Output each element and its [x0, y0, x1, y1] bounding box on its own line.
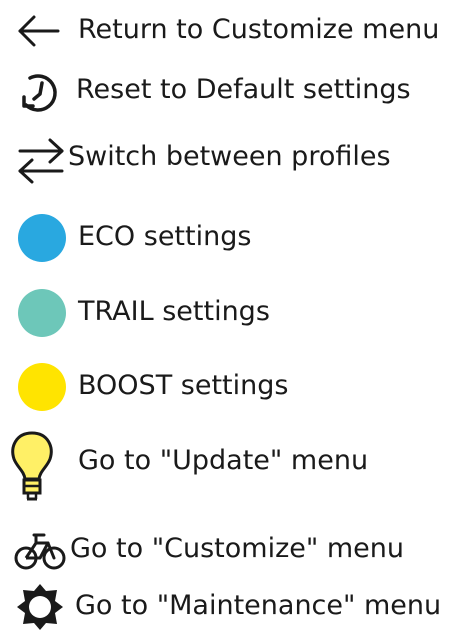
reset-icon — [0, 66, 70, 116]
legend-item-label: Go to "Customize" menu — [70, 533, 404, 564]
arrow-left-icon — [0, 6, 70, 56]
legend-item-label: ECO settings — [78, 221, 252, 252]
lightbulb-icon — [0, 427, 70, 507]
legend-item-label: Go to "Maintenance" menu — [75, 590, 442, 621]
gear-icon — [0, 582, 70, 632]
trail-dot-icon — [0, 288, 70, 338]
bicycle-icon — [0, 525, 70, 575]
swap-arrows-icon — [0, 133, 70, 184]
legend-item-label: BOOST settings — [78, 370, 289, 401]
legend-item-label: Go to "Update" menu — [78, 445, 369, 476]
boost-dot-icon — [0, 362, 70, 412]
legend-item-label: Return to Customize menu — [78, 14, 440, 45]
legend-item-label: Switch between profiles — [68, 141, 391, 172]
icon-legend: Return to Customize menu Reset to Defaul… — [0, 0, 459, 630]
eco-dot-icon — [0, 213, 70, 263]
legend-item-label: Reset to Default settings — [76, 74, 411, 105]
legend-item-label: TRAIL settings — [78, 296, 270, 327]
